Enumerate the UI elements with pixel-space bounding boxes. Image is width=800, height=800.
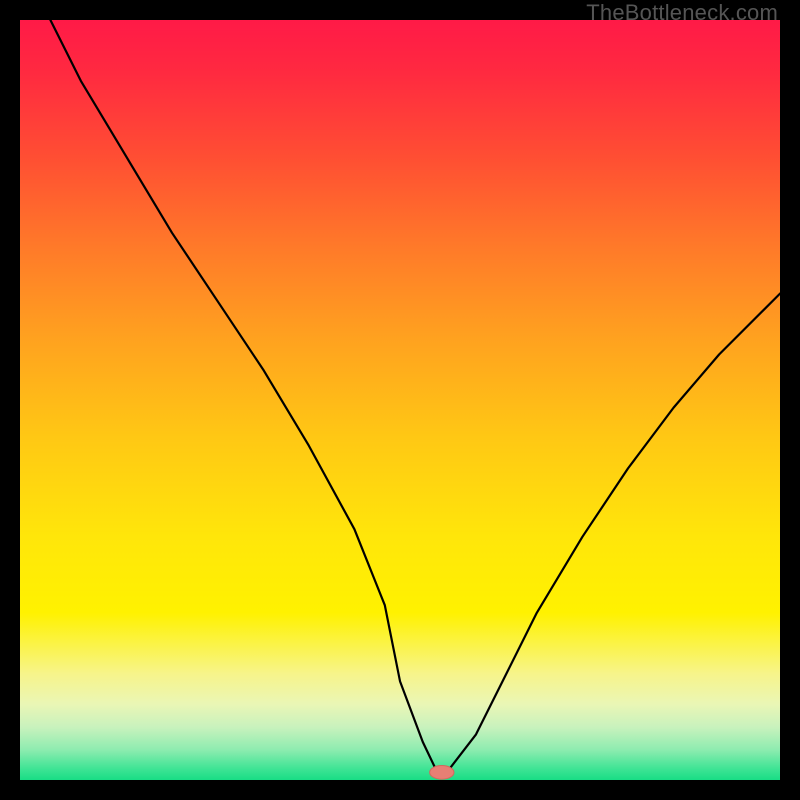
min-point-marker — [430, 766, 454, 780]
gradient-background — [20, 20, 780, 780]
chart-frame: TheBottleneck.com — [0, 0, 800, 800]
chart-svg — [20, 20, 780, 780]
watermark-text: TheBottleneck.com — [586, 0, 778, 26]
plot-area — [20, 20, 780, 780]
